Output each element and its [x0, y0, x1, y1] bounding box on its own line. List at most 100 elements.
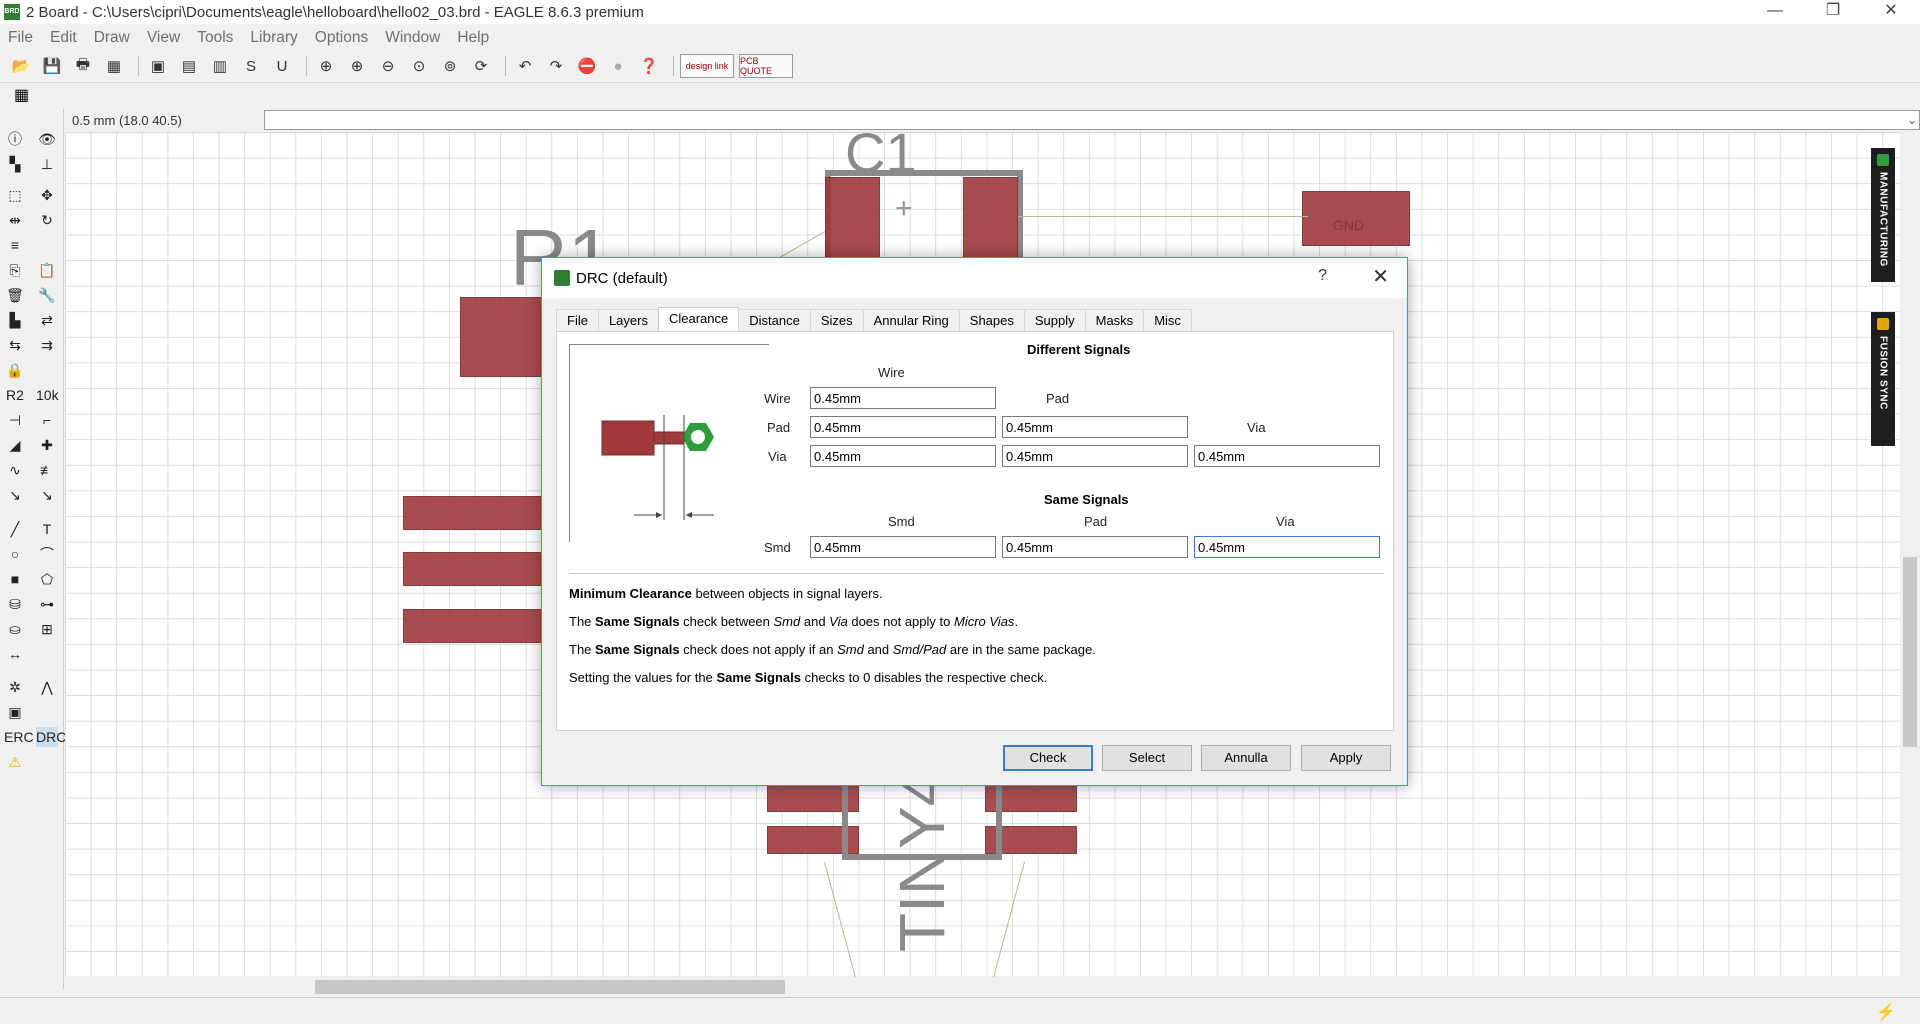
zoom-in-icon[interactable]: ⊕: [344, 54, 370, 78]
pad-wire-field[interactable]: [810, 416, 996, 438]
zoom-select-icon[interactable]: ⊙: [406, 54, 432, 78]
script-icon[interactable]: S: [238, 54, 264, 78]
fusion-sync-tab[interactable]: FUSION SYNC: [1871, 312, 1895, 446]
erc-icon[interactable]: ERC: [4, 727, 34, 747]
menu-window[interactable]: Window: [385, 29, 440, 47]
copy-icon[interactable]: ⎘: [4, 260, 26, 280]
tab-distance[interactable]: Distance: [738, 309, 811, 331]
display-icon[interactable]: ▚: [4, 154, 26, 174]
via-pad-field[interactable]: [1002, 445, 1188, 467]
close-icon[interactable]: ✕: [1372, 264, 1389, 289]
mirror-icon[interactable]: ⇹: [4, 210, 26, 230]
undo-icon[interactable]: ↶: [512, 54, 538, 78]
miter-icon[interactable]: ⌐: [36, 410, 58, 430]
menu-edit[interactable]: Edit: [50, 29, 77, 47]
rotate-icon[interactable]: ↻: [36, 210, 58, 230]
tab-annular-ring[interactable]: Annular Ring: [862, 309, 960, 331]
show-icon[interactable]: 👁: [36, 129, 58, 149]
info-icon[interactable]: ⓘ: [4, 129, 26, 149]
via-via-field[interactable]: [1194, 445, 1380, 467]
vertical-scroll-thumb[interactable]: [1903, 557, 1917, 747]
help-icon[interactable]: ?: [1318, 267, 1327, 285]
ratsnest-icon[interactable]: ✲: [4, 677, 26, 697]
zoom-out-icon[interactable]: ⊖: [375, 54, 401, 78]
hole-icon[interactable]: ⛀: [4, 619, 26, 639]
cancel-button[interactable]: Annulla: [1201, 745, 1291, 771]
pad-pad-field[interactable]: [1002, 416, 1188, 438]
move-icon[interactable]: ✥: [36, 185, 58, 205]
dimension-icon[interactable]: ↔: [4, 644, 26, 664]
board-icon[interactable]: ▤: [176, 54, 202, 78]
drc-icon[interactable]: DRC: [36, 727, 66, 747]
lightning-icon[interactable]: ⚡: [1876, 1002, 1896, 1022]
ulp-icon[interactable]: U: [269, 54, 295, 78]
tab-clearance[interactable]: Clearance: [657, 307, 740, 331]
align-icon[interactable]: ≡: [4, 235, 26, 255]
vertical-scrollbar[interactable]: [1900, 132, 1920, 977]
warning-icon[interactable]: ⚠: [4, 752, 26, 772]
c1-pad-2[interactable]: [963, 177, 1018, 267]
menu-tools[interactable]: Tools: [197, 29, 233, 47]
delete-icon[interactable]: 🗑: [4, 285, 26, 305]
mark-icon[interactable]: ⊥: [36, 154, 58, 174]
rect-icon[interactable]: ■: [4, 569, 26, 589]
horizontal-scroll-thumb[interactable]: [315, 980, 785, 994]
menu-options[interactable]: Options: [315, 29, 368, 47]
save-icon[interactable]: 💾: [39, 54, 65, 78]
check-button[interactable]: Check: [1003, 745, 1093, 771]
help-icon[interactable]: ❓: [636, 54, 662, 78]
manufacturing-tab[interactable]: MANUFACTURING: [1871, 148, 1895, 282]
add-icon[interactable]: ▙: [4, 310, 26, 330]
tab-supply[interactable]: Supply: [1023, 309, 1086, 331]
via-wire-field[interactable]: [810, 445, 996, 467]
stop-icon[interactable]: ⛔: [574, 54, 600, 78]
cam-icon[interactable]: ▦: [101, 54, 127, 78]
chevron-down-icon[interactable]: ⌄: [1907, 113, 1917, 127]
paste-icon[interactable]: 📋: [36, 260, 58, 280]
tab-sizes[interactable]: Sizes: [809, 309, 864, 331]
tab-masks[interactable]: Masks: [1084, 309, 1145, 331]
via-icon[interactable]: ⛁: [4, 594, 26, 614]
restore-icon[interactable]: ❐: [1804, 0, 1862, 24]
left-pad-2[interactable]: [403, 552, 543, 586]
design-block-icon[interactable]: ▣: [4, 702, 26, 722]
menu-library[interactable]: Library: [250, 29, 297, 47]
ripup-icon[interactable]: ↘: [36, 485, 58, 505]
menu-draw[interactable]: Draw: [94, 29, 130, 47]
close-icon[interactable]: ✕: [1862, 0, 1920, 24]
redo-icon[interactable]: ↷: [543, 54, 569, 78]
smd-smd-field[interactable]: [810, 536, 996, 558]
route-icon[interactable]: ↘: [4, 485, 26, 505]
grid-icon[interactable]: ▦: [14, 85, 29, 105]
c1-pad-1[interactable]: [825, 177, 880, 267]
menu-view[interactable]: View: [147, 29, 180, 47]
lock-icon[interactable]: 🔒: [4, 360, 26, 380]
value-icon[interactable]: 10k: [36, 385, 59, 405]
wrench-icon[interactable]: 🔧: [36, 285, 58, 305]
text-icon[interactable]: T: [36, 519, 58, 539]
smd-via-field[interactable]: [1194, 536, 1380, 558]
schematic-icon[interactable]: ▣: [145, 54, 171, 78]
name-icon[interactable]: R2: [4, 385, 26, 405]
swap-icon[interactable]: ⇆: [4, 335, 26, 355]
signal-icon[interactable]: ⊶: [36, 594, 58, 614]
replace-icon[interactable]: ⇄: [36, 310, 58, 330]
command-line-input[interactable]: ⌄: [264, 110, 1920, 130]
split-icon[interactable]: ⊣: [4, 410, 26, 430]
select-button[interactable]: Select: [1102, 745, 1192, 771]
wire-wire-field[interactable]: [810, 387, 996, 409]
tab-layers[interactable]: Layers: [597, 309, 659, 331]
go-icon[interactable]: ●: [605, 54, 631, 78]
print-icon[interactable]: 🖶: [70, 54, 96, 78]
menu-file[interactable]: File: [8, 29, 33, 47]
left-pad-3[interactable]: [403, 609, 543, 643]
polygon-icon[interactable]: ⬠: [36, 569, 58, 589]
design-link-button[interactable]: design link: [680, 54, 734, 78]
pcb-quote-button[interactable]: PCB QUOTE: [739, 54, 793, 78]
library-icon[interactable]: ▥: [207, 54, 233, 78]
redraw-icon[interactable]: ⟳: [468, 54, 494, 78]
autorouter-icon[interactable]: ⋀: [36, 677, 58, 697]
arc-icon[interactable]: ⌒: [36, 544, 58, 564]
zoom-last-icon[interactable]: ⊚: [437, 54, 463, 78]
open-icon[interactable]: 📂: [8, 54, 34, 78]
